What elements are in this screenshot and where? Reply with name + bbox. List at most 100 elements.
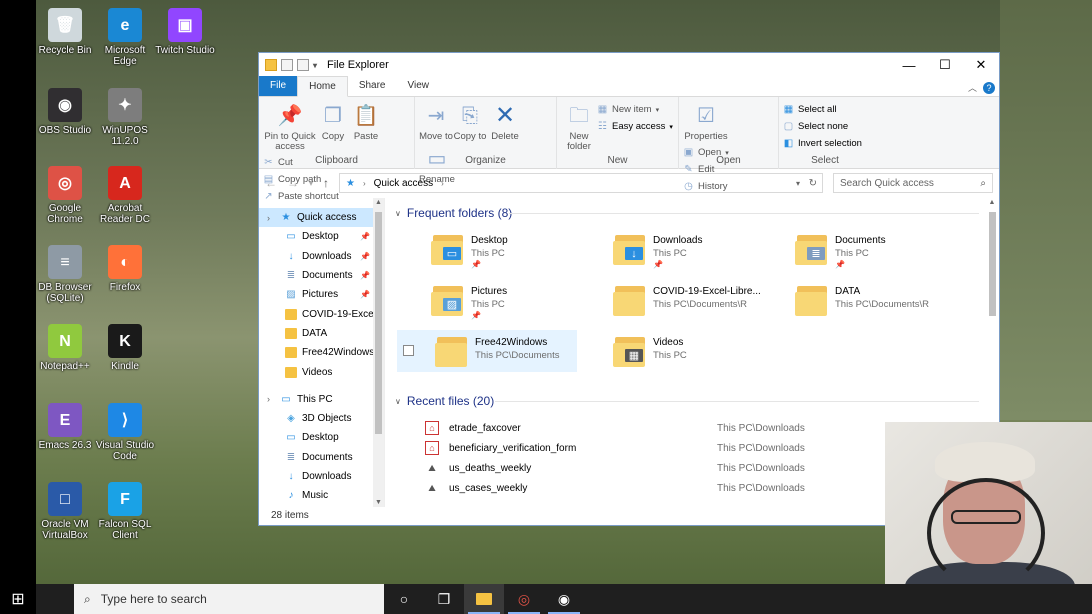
copy-path-button[interactable]: ▤ Copy path <box>263 171 339 188</box>
expand-chevron-icon[interactable]: › <box>267 394 275 404</box>
desktop-icon[interactable]: ◐ Firefox <box>95 245 155 293</box>
tab-view[interactable]: View <box>397 76 441 96</box>
search-input[interactable]: Search Quick access ⌕ <box>833 173 993 193</box>
desktop-icon[interactable]: ◎ Google Chrome <box>35 166 95 225</box>
tab-file[interactable]: File <box>259 76 298 96</box>
nav-item[interactable]: ▭ Desktop <box>259 428 384 447</box>
address-dropdown-icon[interactable]: ▾ <box>796 179 800 188</box>
new-folder-button[interactable]: 🗀 New folder <box>561 99 597 152</box>
windows-start-icon[interactable]: ⊞ <box>0 584 36 614</box>
frequent-folder-tile[interactable]: Free42Windows This PC\Documents <box>397 330 577 372</box>
frequent-folders-header[interactable]: ∨ Frequent folders (8) <box>395 206 512 220</box>
expand-chevron-icon[interactable]: › <box>267 213 275 223</box>
file-explorer-taskbar-icon[interactable] <box>464 584 504 614</box>
nav-item[interactable]: ▭ Desktop 📌 <box>259 227 384 246</box>
desktop-icon[interactable]: E Emacs 26.3 <box>35 403 95 451</box>
nav-item[interactable]: ♪ Music <box>259 486 384 505</box>
nav-scrollbar[interactable]: ▲ ▼ <box>373 198 384 507</box>
obs-taskbar-icon[interactable]: ◉ <box>544 584 584 614</box>
nav-item[interactable]: Videos <box>259 362 384 381</box>
select-all-button[interactable]: ▦ Select all <box>783 101 862 118</box>
chrome-taskbar-icon[interactable]: ◎ <box>504 584 544 614</box>
frequent-folder-tile[interactable]: ↓ Downloads This PC 📌 <box>607 228 787 270</box>
copy-button[interactable]: ❐ Copy <box>317 99 349 142</box>
pin-icon[interactable]: 📌 <box>360 271 370 280</box>
desktop-icon[interactable]: A Acrobat Reader DC <box>95 166 155 225</box>
desktop-icon[interactable]: K Kindle <box>95 324 155 372</box>
nav-item[interactable]: ◈ 3D Objects <box>259 409 384 428</box>
nav-item[interactable]: Free42Windows <box>259 343 384 362</box>
nav-scroll-thumb[interactable] <box>375 212 382 434</box>
invert-selection-button[interactable]: ◧ Invert selection <box>783 135 862 152</box>
frequent-folder-tile[interactable]: COVID-19-Excel-Libre... This PC\Documents… <box>607 279 787 321</box>
frequent-folder-tile[interactable]: ▨ Pictures This PC 📌 <box>425 279 605 321</box>
collapse-ribbon-icon[interactable]: ︿ <box>968 81 977 94</box>
desktop-icon[interactable]: 🗑 Recycle Bin <box>35 8 95 56</box>
tab-share[interactable]: Share <box>348 76 397 96</box>
tab-home[interactable]: Home <box>297 76 348 97</box>
easy-access-button[interactable]: ☷ Easy access ▾ <box>597 118 673 135</box>
taskbar-search-input[interactable]: ⌕ Type here to search <box>74 584 384 614</box>
pin-icon[interactable]: 📌 <box>360 232 370 241</box>
new-folder-qat-icon[interactable] <box>297 59 309 71</box>
scroll-down-icon[interactable]: ▼ <box>373 499 384 506</box>
desktop-icon[interactable]: e Microsoft Edge <box>95 8 155 67</box>
help-icon[interactable]: ? <box>983 81 995 94</box>
delete-x-icon: ✕ <box>494 102 516 129</box>
frequent-folder-tile[interactable]: ▦ Videos This PC <box>607 330 787 372</box>
desktop-icon[interactable]: ≡ DB Browser (SQLite) <box>35 245 95 304</box>
recent-file-row[interactable]: ⌂ etrade_faxcover This PC\Downloads <box>425 418 825 438</box>
recent-files-header[interactable]: ∨ Recent files (20) <box>395 394 494 408</box>
refresh-icon[interactable]: ↻ <box>809 178 817 189</box>
desktop-icon[interactable]: F Falcon SQL Client <box>95 482 155 541</box>
nav-item[interactable]: ↓ Downloads 📌 <box>259 247 384 266</box>
maximize-button[interactable]: ☐ <box>927 53 963 77</box>
properties-button[interactable]: ☑ Properties <box>683 99 729 142</box>
desktop-icon[interactable]: ▣ Twitch Studio <box>155 8 215 56</box>
pin-icon[interactable]: 📌 <box>360 252 370 261</box>
nav-item[interactable]: ↓ Downloads <box>259 467 384 486</box>
new-item-button[interactable]: ▦ New item ▾ <box>597 101 673 118</box>
desktop-icon[interactable]: □ Oracle VM VirtualBox <box>35 482 95 541</box>
copy-to-button[interactable]: ⎘ Copy to <box>453 99 487 142</box>
nav-item[interactable]: DATA <box>259 324 384 343</box>
frequent-folder-tile[interactable]: DATA This PC\Documents\R <box>789 279 969 321</box>
nav-item[interactable]: ≣ Documents 📌 <box>259 266 384 285</box>
properties-qat-icon[interactable] <box>281 59 293 71</box>
move-to-button[interactable]: ⇥ Move to <box>419 99 453 142</box>
delete-button[interactable]: ✕ Delete <box>487 99 523 142</box>
cortana-icon[interactable]: ○ <box>384 584 424 614</box>
breadcrumb-quick-access[interactable]: Quick access <box>374 178 433 189</box>
nav-item[interactable]: ≣ Documents <box>259 448 384 467</box>
window-title: File Explorer <box>327 59 389 71</box>
frequent-folder-tile[interactable]: ≣ Documents This PC 📌 <box>789 228 969 270</box>
app-icon: E <box>48 403 82 437</box>
desktop-icon[interactable]: N Notepad++ <box>35 324 95 372</box>
scroll-up-icon[interactable]: ▲ <box>985 199 999 206</box>
frequent-folder-tile[interactable]: ▭ Desktop This PC 📌 <box>425 228 605 270</box>
task-view-icon[interactable]: ❐ <box>424 584 464 614</box>
desktop-icon[interactable]: ◉ OBS Studio <box>35 88 95 136</box>
nav-item[interactable]: ▨ Pictures 📌 <box>259 285 384 304</box>
paste-button[interactable]: 📋 Paste <box>349 99 383 142</box>
qat-dropdown-icon[interactable]: ▾ <box>313 61 317 70</box>
desktop-icon[interactable]: ✦ WinUPOS 11.2.0 <box>95 88 155 147</box>
nav-item[interactable]: › ★ Quick access <box>259 208 384 228</box>
select-none-button[interactable]: ▢ Select none <box>783 118 862 135</box>
desktop-icon-label: Notepad++ <box>40 361 90 372</box>
content-scroll-thumb[interactable] <box>989 212 996 316</box>
desktop-icon[interactable]: ⟩ Visual Studio Code <box>95 403 155 462</box>
address-bar[interactable]: ★ › Quick access › ▾ ↻ <box>339 173 823 193</box>
title-bar[interactable]: ▾ File Explorer — ☐ ✕ <box>259 53 999 77</box>
recent-file-row[interactable]: ⌂ beneficiary_verification_form This PC\Do… <box>425 438 825 458</box>
pin-icon[interactable]: 📌 <box>360 290 370 299</box>
recent-file-row[interactable]: ⛰ us_deaths_weekly This PC\Downloads <box>425 458 825 478</box>
recent-file-row[interactable]: ⛰ us_cases_weekly This PC\Downloads <box>425 478 825 498</box>
pin-to-quick-access-button[interactable]: 📌 Pin to Quick access <box>263 99 317 152</box>
select-checkbox[interactable] <box>403 345 414 356</box>
scroll-up-icon[interactable]: ▲ <box>373 199 384 206</box>
minimize-button[interactable]: — <box>891 53 927 77</box>
nav-item[interactable]: COVID-19-Excel-Li <box>259 304 384 323</box>
close-button[interactable]: ✕ <box>963 53 999 77</box>
nav-item[interactable]: › ▭ This PC <box>259 390 384 409</box>
